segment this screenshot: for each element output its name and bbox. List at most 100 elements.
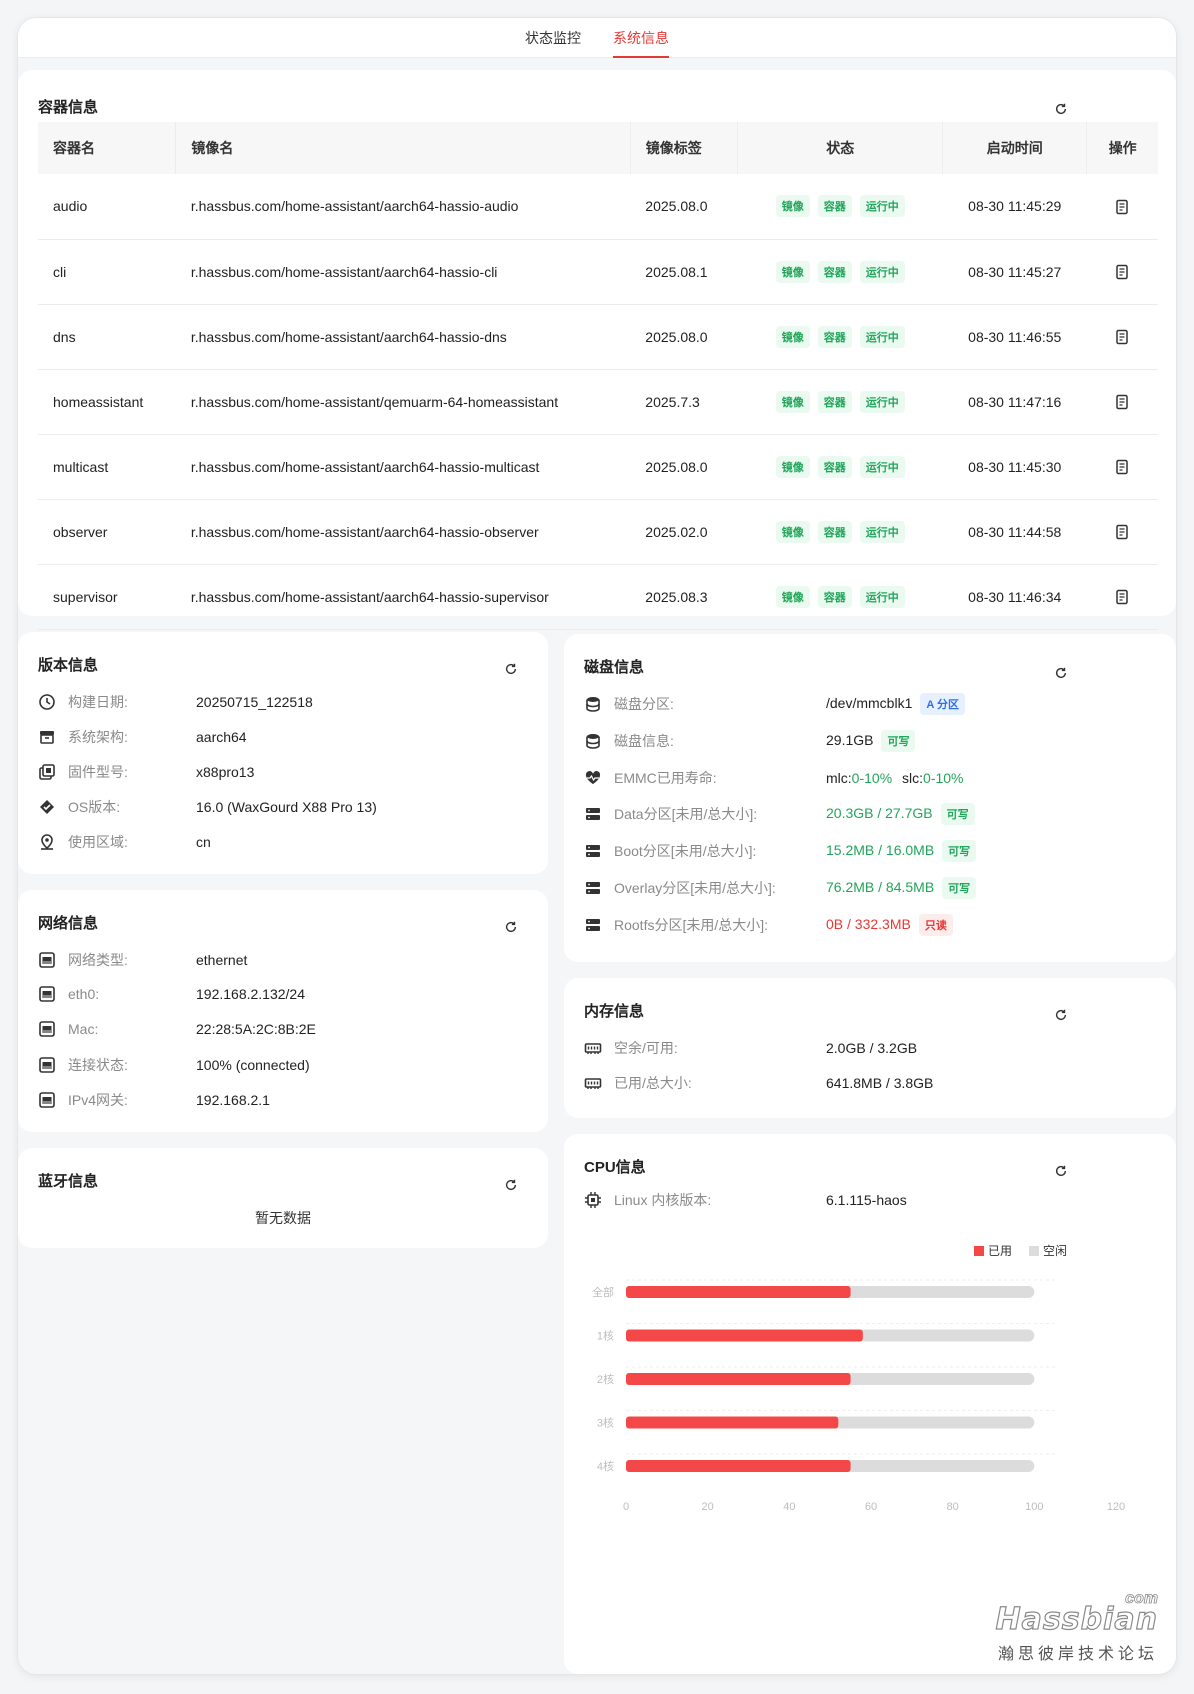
status-badge: 容器	[817, 585, 852, 608]
container-name-cell: multicast	[38, 434, 176, 500]
disk-row-value: /dev/mmcblk1 A 分区	[826, 693, 965, 715]
value-text: ethernet	[196, 952, 248, 968]
memory-icon	[584, 1074, 602, 1092]
network-row: eth0: 192.168.2.132/24	[38, 985, 538, 1003]
version-row: 使用区域: cn	[38, 832, 538, 852]
disk-row: Rootfs分区[未用/总大小]: 0B / 332.3MB 只读	[584, 913, 1144, 936]
bar-used	[626, 1373, 851, 1385]
card-title: 磁盘信息	[584, 659, 645, 676]
ethernet-icon	[38, 1020, 56, 1038]
status-badge: 容器	[817, 520, 852, 543]
document-icon[interactable]	[1114, 459, 1130, 475]
status-badge: 容器	[817, 325, 852, 348]
disk-row-value: mlc:0-10% slc:0-10%	[826, 770, 964, 786]
disk-row: EMMC已用寿命: mlc:0-10% slc:0-10%	[584, 768, 1144, 788]
disk-row-label: EMMC已用寿命:	[614, 769, 717, 786]
actions-cell	[1086, 304, 1158, 370]
image-name-cell: r.hassbus.com/home-assistant/aarch64-has…	[175, 239, 631, 305]
disk-row: Data分区[未用/总大小]: 20.3GB / 27.7GB 可写	[584, 803, 1144, 826]
version-row: 固件型号: x88pro13	[38, 762, 538, 782]
network-row-value: 192.168.2.132/24	[196, 986, 305, 1002]
slc-label: slc:	[902, 769, 924, 786]
status-cell: 镜像 容器 运行中	[737, 499, 943, 565]
image-tag-cell: 2025.7.3	[630, 369, 738, 435]
category-label: 1核	[597, 1329, 614, 1343]
refresh-icon[interactable]	[504, 1178, 518, 1192]
start-time-cell: 08-30 11:46:55	[942, 304, 1087, 370]
version-row: 系统架构: aarch64	[38, 727, 538, 747]
document-icon[interactable]	[1114, 329, 1130, 345]
network-row-label: Mac:	[68, 1021, 99, 1037]
start-time-cell: 08-30 11:46:34	[942, 564, 1087, 630]
network-row: 连接状态: 100% (connected)	[38, 1055, 538, 1075]
status-badge: 镜像	[775, 195, 810, 218]
slc-value: 0-10%	[923, 769, 964, 786]
value-text: 641.8MB / 3.8GB	[826, 1075, 934, 1091]
document-icon[interactable]	[1114, 589, 1130, 605]
document-icon[interactable]	[1114, 394, 1130, 410]
refresh-icon[interactable]	[1054, 1008, 1068, 1022]
disk-badge: A 分区	[920, 693, 965, 715]
table-row: homeassistant r.hassbus.com/home-assista…	[38, 369, 1158, 435]
table-row: observer r.hassbus.com/home-assistant/aa…	[38, 499, 1158, 565]
category-label: 2核	[597, 1372, 614, 1386]
status-badge: 镜像	[775, 585, 810, 608]
status-badge: 运行中	[859, 195, 905, 218]
heart-pulse-icon	[584, 769, 602, 787]
database-icon	[584, 695, 602, 713]
card-title: 内存信息	[584, 1003, 645, 1020]
ethernet-icon	[38, 1056, 56, 1074]
legend-swatch	[974, 1246, 984, 1256]
empty-state-text: 暂无数据	[255, 1210, 311, 1226]
refresh-icon[interactable]	[1054, 1164, 1068, 1178]
version-info-card: 版本信息 构建日期: 20250715_122518 系统架构: aarch64…	[18, 632, 548, 874]
mlc-label: mlc:	[826, 769, 852, 786]
refresh-icon[interactable]	[1054, 666, 1068, 680]
cpu-usage-chart: 已用 空闲全部 1核 2核 3核 4核 0 20 40 60 80 100 120	[592, 1244, 1125, 1513]
disk-row-value: 15.2MB / 16.0MB 可写	[826, 840, 977, 863]
server-icon	[584, 842, 602, 860]
mlc-value: 0-10%	[851, 769, 893, 786]
tab-system-info[interactable]: 系统信息	[613, 18, 669, 58]
image-tag-cell: 2025.08.0	[630, 304, 738, 370]
start-time-cell: 08-30 11:44:58	[942, 499, 1087, 565]
document-icon[interactable]	[1114, 524, 1130, 540]
status-cell: 镜像 容器 运行中	[737, 239, 943, 305]
container-info-card: 容器信息 容器名 镜像名 镜像标签 状态 启动时间 操作 audio r.has…	[18, 70, 1176, 630]
refresh-icon[interactable]	[504, 920, 518, 934]
tab-status-monitor[interactable]: 状态监控	[525, 18, 581, 58]
status-cell: 镜像 容器 运行中	[737, 174, 943, 240]
bar-used	[626, 1329, 863, 1342]
value-text: 20.3GB / 27.7GB	[826, 805, 933, 822]
bluetooth-info-card: 蓝牙信息 暂无数据	[18, 1148, 548, 1248]
value-text: 76.2MB / 84.5MB	[826, 879, 935, 895]
container-table: 容器名 镜像名 镜像标签 状态 启动时间 操作 audio r.hassbus.…	[38, 122, 1158, 630]
status-badge: 镜像	[775, 325, 810, 348]
value-text: 192.168.2.1	[196, 1092, 270, 1108]
document-icon[interactable]	[1114, 264, 1130, 280]
disk-row-label: 磁盘分区:	[614, 696, 674, 712]
x-tick-label: 60	[865, 1501, 877, 1513]
refresh-icon[interactable]	[1054, 102, 1068, 116]
image-name-cell: r.hassbus.com/home-assistant/aarch64-has…	[175, 564, 631, 630]
container-name-cell: supervisor	[38, 564, 176, 630]
col-actions: 操作	[1086, 122, 1158, 174]
container-name-cell: cli	[38, 239, 176, 305]
network-row: 网络类型: ethernet	[38, 950, 538, 970]
legend-label: 空闲	[1043, 1244, 1067, 1258]
ethernet-icon	[38, 951, 56, 969]
actions-cell	[1086, 174, 1158, 240]
status-badge: 容器	[817, 390, 852, 413]
actions-cell	[1086, 564, 1158, 630]
bar-used	[626, 1416, 839, 1429]
card-title: 网络信息	[38, 915, 99, 932]
document-icon[interactable]	[1114, 199, 1130, 215]
disk-row: 磁盘分区: /dev/mmcblk1 A 分区	[584, 693, 1144, 715]
status-badge: 运行中	[859, 455, 905, 478]
chip-icon	[584, 1191, 602, 1209]
watermark-subtitle: 瀚思彼岸技术论坛	[997, 1646, 1158, 1663]
status-badge: 运行中	[859, 325, 905, 348]
value-text: /dev/mmcblk1	[826, 695, 913, 711]
value-text: 20250715_122518	[196, 694, 313, 710]
refresh-icon[interactable]	[504, 662, 518, 676]
